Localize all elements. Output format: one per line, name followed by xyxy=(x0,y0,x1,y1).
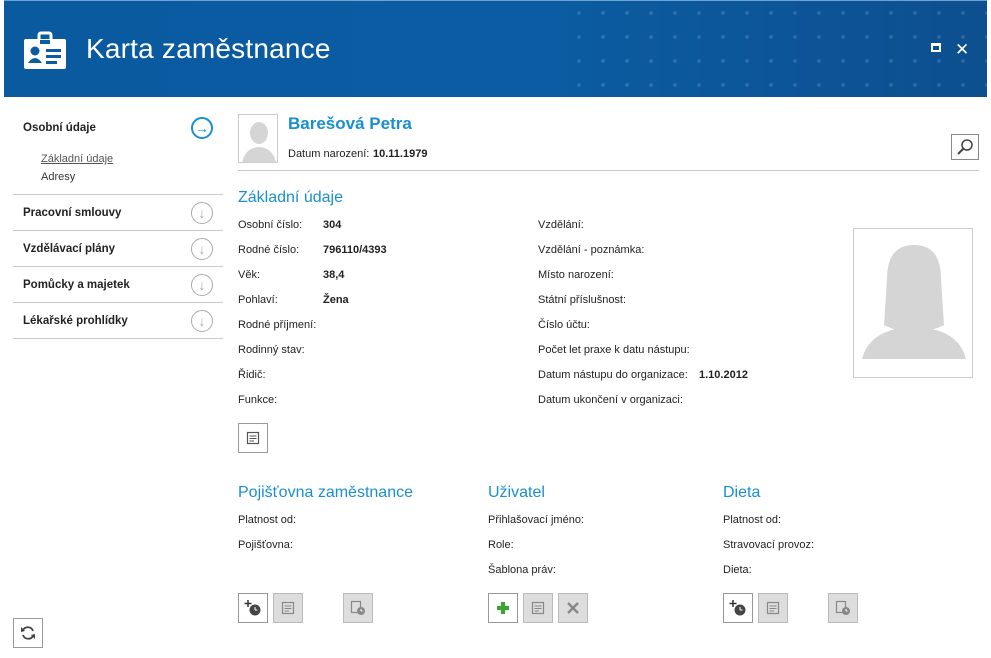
field-label: Počet let praxe k datu nástupu: xyxy=(538,344,690,356)
search-icon xyxy=(957,139,973,155)
field-label: Datum ukončení v organizaci: xyxy=(538,394,683,406)
maximize-icon xyxy=(931,43,941,52)
dob-label: Datum narození: xyxy=(288,148,370,160)
arrow-down-circle-icon[interactable]: ↓ xyxy=(191,237,213,260)
refresh-icon xyxy=(21,626,35,640)
basic-info-heading: Základní údaje xyxy=(238,189,343,206)
field-value: 304 xyxy=(323,219,342,231)
title-bar: Karta zaměstnance ✕ xyxy=(4,0,987,97)
edit-diet-button[interactable] xyxy=(758,593,788,623)
employee-photo[interactable] xyxy=(853,228,973,378)
sidebar-section-pracovni-smlouvy[interactable]: Pracovní smlouvy ↓ xyxy=(13,195,223,231)
add-time-icon xyxy=(729,600,746,616)
field-label: Stravovací provoz: xyxy=(723,539,815,551)
avatar xyxy=(238,114,278,163)
employee-card-icon xyxy=(24,31,66,69)
edit-basic-button[interactable] xyxy=(238,423,268,453)
delete-icon xyxy=(567,602,579,614)
field-label: Funkce: xyxy=(238,394,278,406)
field-label: Osobní číslo: xyxy=(238,219,303,231)
insurance-history-button[interactable] xyxy=(343,593,373,623)
sidebar-item-adresy[interactable]: Adresy xyxy=(41,168,223,186)
diet-heading: Dieta xyxy=(723,484,761,501)
field-label: Pojišťovna: xyxy=(238,539,293,551)
field-value: 796110/4393 xyxy=(323,244,387,256)
edit-note-icon xyxy=(766,601,780,615)
sidebar-section-label: Osobní údaje xyxy=(23,122,96,134)
field-label: Pohlaví: xyxy=(238,294,278,306)
sidebar-section-label: Vzdělávací plány xyxy=(23,242,116,255)
edit-note-icon xyxy=(531,601,545,615)
field-label: Vzdělání: xyxy=(538,219,584,231)
field-label: Rodinný stav: xyxy=(238,344,305,356)
dob-value: 10.11.1979 xyxy=(373,148,428,160)
plus-icon xyxy=(497,602,509,614)
header-pattern xyxy=(567,1,987,97)
sidebar-section-lekarske-prohlidky[interactable]: Lékařské prohlídky ↓ xyxy=(13,303,223,339)
field-label: Role: xyxy=(488,539,514,551)
field-label: Číslo účtu: xyxy=(538,319,590,331)
history-icon xyxy=(835,600,850,615)
sidebar-section-label: Lékařské prohlídky xyxy=(23,314,128,327)
edit-note-icon xyxy=(246,431,260,445)
add-time-icon xyxy=(244,600,261,616)
close-icon: ✕ xyxy=(955,40,970,59)
insurance-heading: Pojišťovna zaměstnance xyxy=(238,484,413,501)
user-heading: Uživatel xyxy=(488,484,545,501)
field-label: Datum nástupu do organizace: xyxy=(538,369,688,381)
diet-history-button[interactable] xyxy=(828,593,858,623)
sidebar-subitems: Základní údaje Adresy xyxy=(13,146,223,195)
arrow-down-circle-icon[interactable]: ↓ xyxy=(191,273,213,296)
field-label: Rodné příjmení: xyxy=(238,319,317,331)
arrow-down-circle-icon[interactable]: ↓ xyxy=(191,201,213,224)
field-value: 38,4 xyxy=(323,269,345,281)
field-label: Platnost od: xyxy=(723,514,782,526)
sidebar-section-vzdelavaci-plany[interactable]: Vzdělávací plány ↓ xyxy=(13,231,223,267)
edit-insurance-button[interactable] xyxy=(273,593,303,623)
edit-user-button[interactable] xyxy=(523,593,553,623)
sidebar-section-label: Pracovní smlouvy xyxy=(23,206,122,219)
person-silhouette-icon xyxy=(242,122,276,162)
person-header: Barešová Petra Datum narození: 10.11.197… xyxy=(238,112,979,171)
field-label: Dieta: xyxy=(723,564,752,576)
add-validity-button[interactable] xyxy=(238,593,268,623)
history-icon xyxy=(350,600,365,615)
delete-user-button[interactable] xyxy=(558,593,588,623)
window-title: Karta zaměstnance xyxy=(86,33,331,64)
employee-name: Barešová Petra xyxy=(288,114,412,133)
field-label: Rodné číslo: xyxy=(238,244,300,256)
field-label: Šablona práv: xyxy=(488,564,556,576)
refresh-button[interactable] xyxy=(13,618,43,648)
field-value: Žena xyxy=(323,294,349,306)
sidebar-section-osobni-udaje[interactable]: Osobní údaje → xyxy=(13,110,223,146)
field-label: Vzdělání - poznámka: xyxy=(538,244,645,256)
maximize-button[interactable] xyxy=(931,43,941,52)
arrow-right-circle-icon[interactable]: → xyxy=(191,117,213,139)
person-silhouette-icon xyxy=(862,245,966,359)
sidebar-item-zakladni-udaje[interactable]: Základní údaje xyxy=(41,150,223,168)
field-label: Věk: xyxy=(238,269,261,281)
field-label: Platnost od: xyxy=(238,514,297,526)
search-employee-button[interactable] xyxy=(951,134,979,160)
sidebar-section-pomucky-a-majetek[interactable]: Pomůcky a majetek ↓ xyxy=(13,267,223,303)
edit-note-icon xyxy=(281,601,295,615)
field-label: Přihlašovací jméno: xyxy=(488,514,584,526)
add-diet-validity-button[interactable] xyxy=(723,593,753,623)
field-label: Místo narození: xyxy=(538,269,614,281)
close-button[interactable]: ✕ xyxy=(955,40,969,60)
sidebar: Osobní údaje → Základní údaje Adresy Pra… xyxy=(13,110,223,339)
arrow-down-circle-icon[interactable]: ↓ xyxy=(191,309,213,332)
field-value: 1.10.2012 xyxy=(699,369,748,381)
add-user-button[interactable] xyxy=(488,593,518,623)
field-label: Řidič: xyxy=(238,369,266,381)
field-label: Státní příslušnost: xyxy=(538,294,627,306)
sidebar-section-label: Pomůcky a majetek xyxy=(23,278,130,291)
